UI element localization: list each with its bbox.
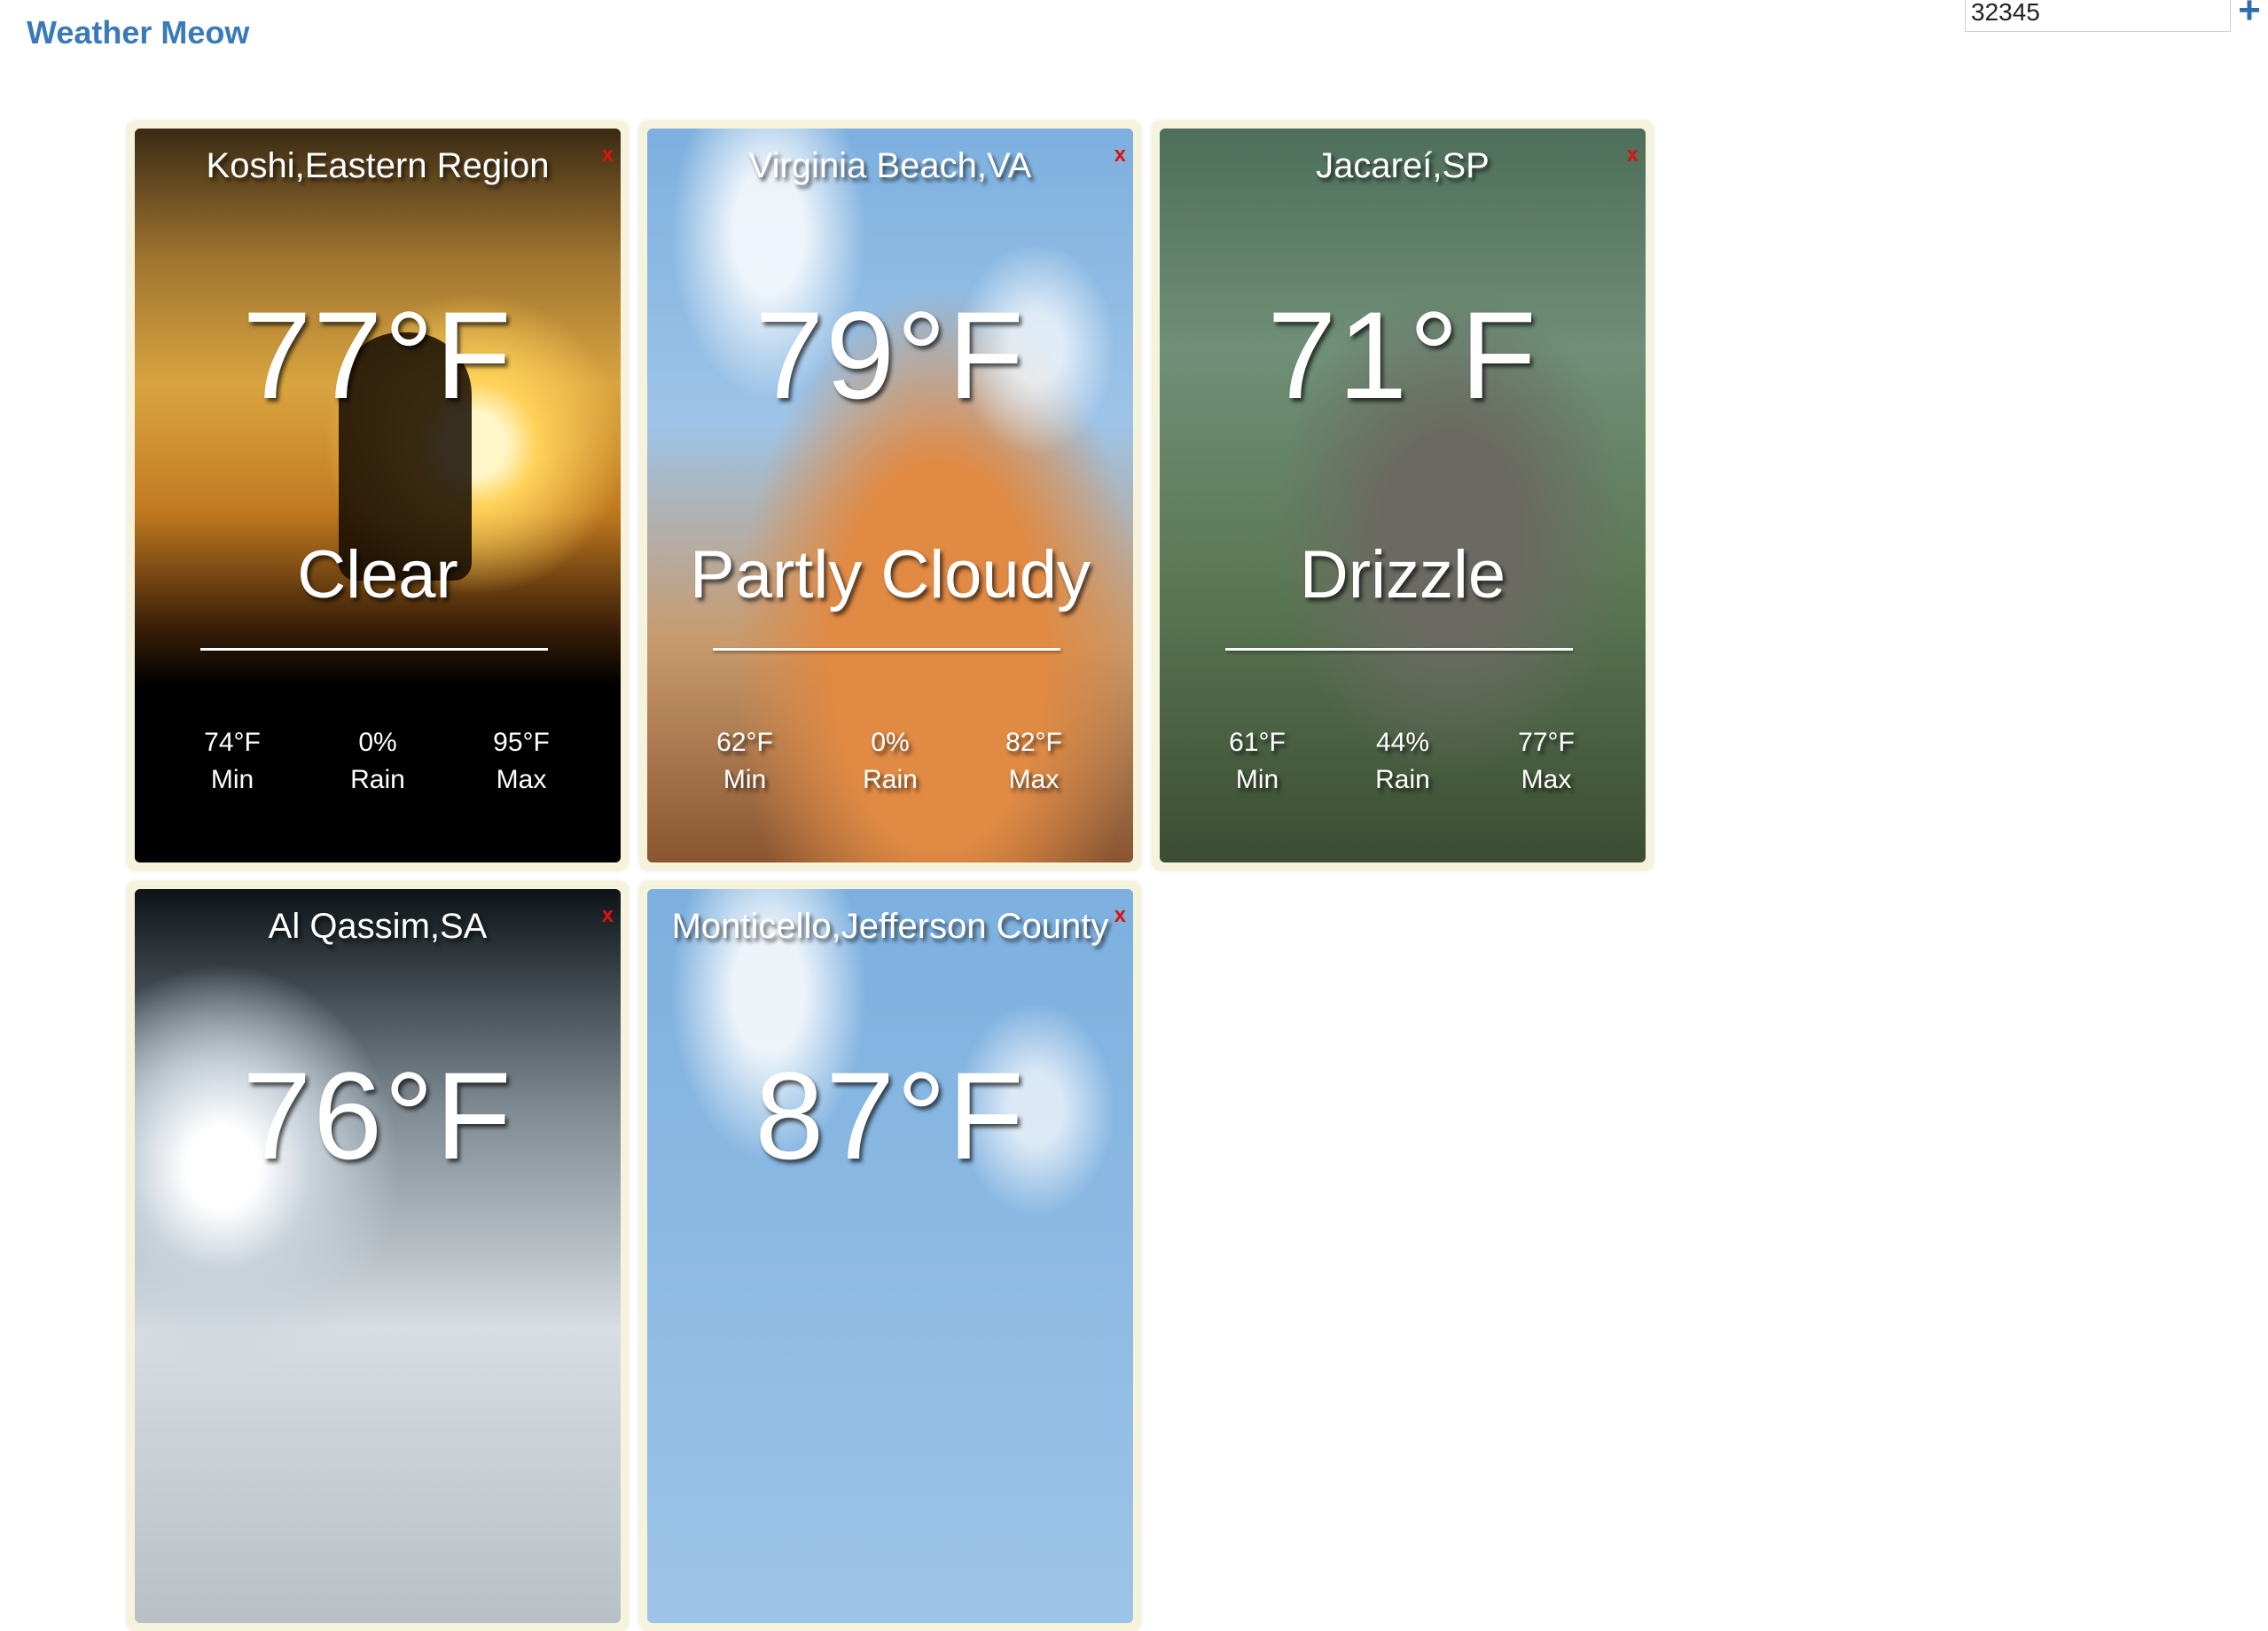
min-temp-label: Min (723, 765, 767, 794)
rain-stat: 0% Rain (316, 724, 440, 799)
current-temperature: 71°F (1267, 285, 1538, 425)
min-temp-stat: 62°F Min (683, 724, 807, 799)
divider (713, 648, 1060, 651)
weather-card: x Virginia Beach,VA 79°F Partly Cloudy 6… (639, 121, 1141, 870)
weather-card: x Al Qassim,SA 76°F (127, 881, 629, 1631)
max-temp-stat: 82°F Max (972, 724, 1096, 799)
divider (200, 648, 548, 651)
rain-stat: 0% Rain (828, 724, 952, 799)
rain-stat: 44% Rain (1341, 724, 1465, 799)
current-temperature: 79°F (755, 285, 1026, 425)
max-temp-value: 77°F (1518, 728, 1575, 757)
weather-card-grid: x Koshi,Eastern Region 77°F Clear 74°F M… (0, 0, 2268, 1631)
weather-card: x Koshi,Eastern Region 77°F Clear 74°F M… (127, 121, 629, 870)
min-temp-value: 62°F (716, 728, 773, 757)
weather-card: x Monticello,Jefferson County 87°F (639, 881, 1141, 1631)
max-temp-stat: 95°F Max (459, 724, 583, 799)
weather-condition: Partly Cloudy (690, 537, 1091, 613)
card-background: x Monticello,Jefferson County 87°F (647, 889, 1133, 1623)
card-background: x Koshi,Eastern Region 77°F Clear 74°F M… (135, 129, 621, 862)
min-temp-value: 61°F (1229, 728, 1286, 757)
city-name: Koshi,Eastern Region (206, 146, 550, 185)
rain-value: 44% (1375, 728, 1430, 757)
weather-card: x Jacareí,SP 71°F Drizzle 61°F Min 44% R… (1152, 121, 1654, 870)
city-name: Virginia Beach,VA (748, 146, 1032, 185)
min-temp-value: 74°F (204, 728, 261, 757)
current-temperature: 77°F (242, 285, 513, 425)
city-name: Al Qassim,SA (268, 907, 488, 946)
card-background: x Virginia Beach,VA 79°F Partly Cloudy 6… (647, 129, 1133, 862)
rain-value: 0% (358, 728, 397, 757)
city-name: Monticello,Jefferson County (671, 907, 1109, 946)
current-temperature: 76°F (242, 1046, 513, 1185)
min-temp-label: Min (210, 765, 254, 794)
card-background: x Al Qassim,SA 76°F (135, 889, 621, 1623)
divider (1225, 648, 1573, 651)
rain-label: Rain (863, 765, 918, 794)
min-temp-stat: 74°F Min (170, 724, 294, 799)
rain-label: Rain (1375, 765, 1430, 794)
max-temp-stat: 77°F Max (1484, 724, 1608, 799)
city-name: Jacareí,SP (1316, 146, 1490, 185)
max-temp-label: Max (1008, 765, 1060, 794)
weather-condition: Clear (297, 537, 458, 613)
max-temp-label: Max (1521, 765, 1572, 794)
max-temp-value: 82°F (1005, 728, 1062, 757)
card-background: x Jacareí,SP 71°F Drizzle 61°F Min 44% R… (1160, 129, 1646, 862)
weather-condition: Drizzle (1299, 537, 1506, 613)
rain-value: 0% (871, 728, 910, 757)
min-temp-stat: 61°F Min (1195, 724, 1319, 799)
rain-label: Rain (350, 765, 405, 794)
min-temp-label: Min (1235, 765, 1279, 794)
max-temp-value: 95°F (493, 728, 550, 757)
current-temperature: 87°F (755, 1046, 1026, 1185)
max-temp-label: Max (496, 765, 547, 794)
